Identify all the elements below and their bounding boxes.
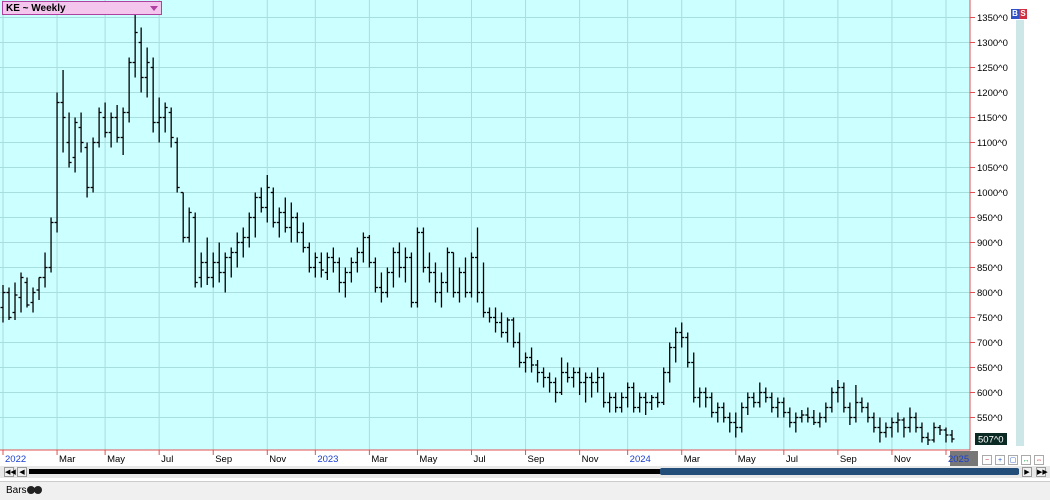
- month-tick-label: May: [419, 454, 437, 465]
- symbol-selector[interactable]: KE ~ Weekly: [2, 1, 162, 15]
- month-tick-label: Nov: [269, 454, 286, 465]
- month-tick-label: May: [738, 454, 756, 465]
- price-tick-label: 1000^0: [977, 188, 1008, 199]
- month-tick-label: Sep: [215, 454, 232, 465]
- scroll-left-icon[interactable]: ◀: [17, 467, 27, 477]
- month-tick-label: Sep: [840, 454, 857, 465]
- scroll-thumb[interactable]: [660, 468, 1019, 475]
- link-dot-icon[interactable]: [34, 486, 42, 494]
- month-tick-label: Mar: [371, 454, 387, 465]
- price-tick-label: 700^0: [977, 338, 1003, 349]
- fit-icon[interactable]: ▢: [1008, 455, 1018, 465]
- month-tick-label: Jul: [786, 454, 798, 465]
- expand-icon[interactable]: ↔: [1021, 455, 1031, 465]
- price-tick-label: 1200^0: [977, 88, 1008, 99]
- price-tick-label: 1100^0: [977, 138, 1007, 149]
- month-tick-label: Jul: [161, 454, 173, 465]
- price-tick-label: 1050^0: [977, 163, 1008, 174]
- symbol-label: KE ~ Weekly: [6, 3, 66, 14]
- price-tick-label: 950^0: [977, 213, 1003, 224]
- price-chart[interactable]: 550^0 600^0 650^0 700^0 750^0 800^0 850^0 900^0…: [0, 0, 1050, 499]
- year-tick-label: 2023: [317, 454, 338, 465]
- scroll-start-icon[interactable]: ◀◀: [4, 467, 16, 477]
- scroll-end-icon[interactable]: ▶▶: [1036, 467, 1048, 477]
- zoom-in-icon[interactable]: +: [995, 455, 1005, 465]
- price-tick-label: 600^0: [977, 388, 1003, 399]
- last-price-tag-text: 507^0: [978, 435, 1004, 446]
- year-tick-label: 2025: [948, 454, 969, 465]
- right-panel-strip: [1016, 20, 1024, 446]
- price-tick-label: 1300^0: [977, 38, 1008, 49]
- sell-button[interactable]: S: [1019, 9, 1027, 19]
- price-tick-label: 750^0: [977, 313, 1003, 324]
- month-tick-label: Mar: [59, 454, 75, 465]
- year-tick-label: 2024: [630, 454, 651, 465]
- status-bar: Bars: [0, 481, 1050, 500]
- price-tick-label: 800^0: [977, 288, 1003, 299]
- scroll-right-icon[interactable]: ▶: [1022, 467, 1032, 477]
- buy-label: B: [1012, 9, 1018, 18]
- time-axis-background: [0, 451, 1010, 466]
- price-tick-label: 550^0: [977, 413, 1003, 424]
- buy-button[interactable]: B: [1011, 9, 1019, 19]
- year-tick-label: 2022: [5, 454, 26, 465]
- zoom-out-icon[interactable]: −: [982, 455, 992, 465]
- price-tick-label: 1350^0: [977, 13, 1008, 24]
- price-tick-label: 1150^0: [977, 113, 1007, 124]
- price-tick-label: 1250^0: [977, 63, 1008, 74]
- price-tick-label: 850^0: [977, 263, 1003, 274]
- chart-mode-label[interactable]: Bars: [6, 485, 27, 496]
- last-price-tag: 507^0: [975, 433, 1007, 446]
- sell-label: S: [1020, 9, 1026, 18]
- month-tick-label: May: [107, 454, 125, 465]
- month-tick-label: Nov: [582, 454, 599, 465]
- dropdown-arrow-icon[interactable]: [150, 6, 158, 11]
- price-tick-label: 900^0: [977, 238, 1003, 249]
- month-tick-label: Nov: [894, 454, 911, 465]
- price-tick-label: 650^0: [977, 363, 1003, 374]
- compress-icon[interactable]: ⇔: [1034, 455, 1044, 465]
- month-tick-label: Mar: [684, 454, 700, 465]
- month-tick-label: Jul: [473, 454, 485, 465]
- month-tick-label: Sep: [528, 454, 545, 465]
